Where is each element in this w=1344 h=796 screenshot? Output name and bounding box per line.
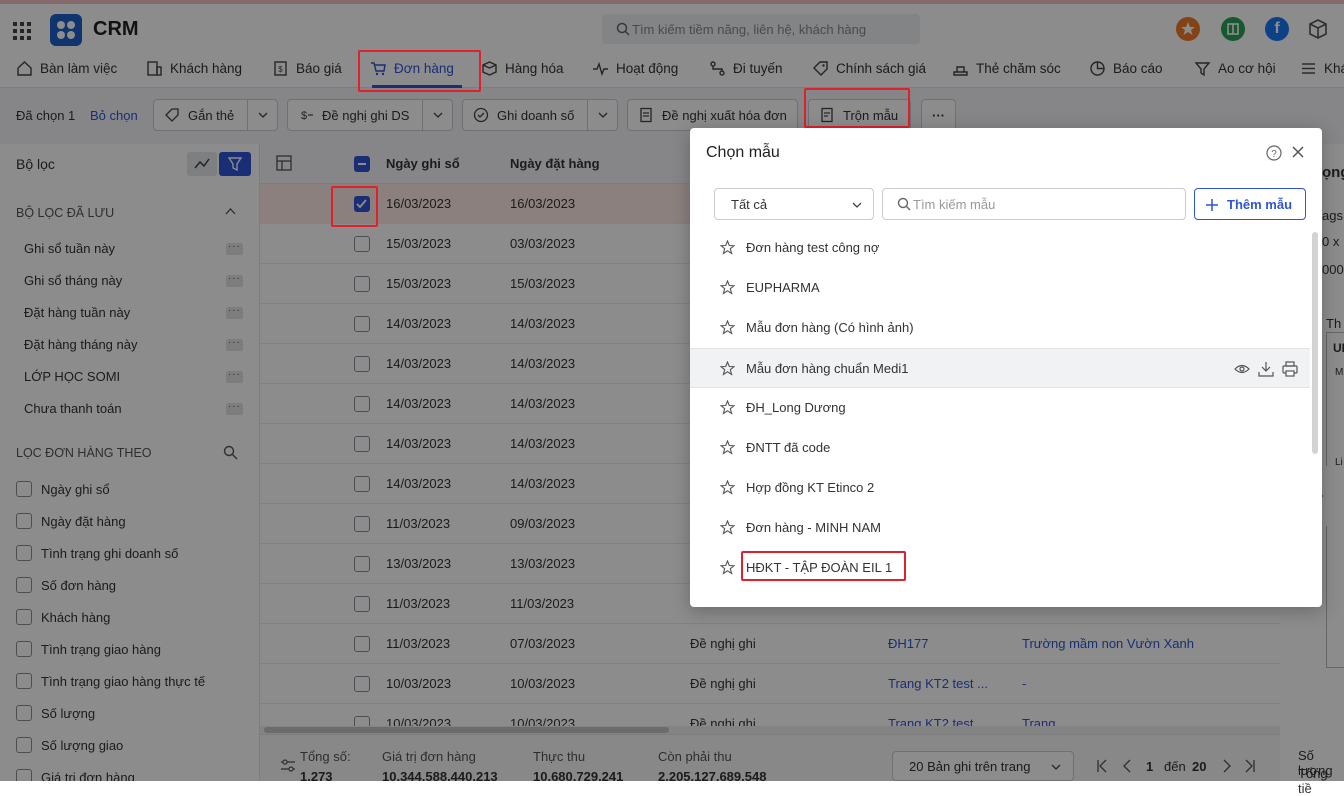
template-name: Mẫu đơn hàng (Có hình ảnh) <box>746 320 914 335</box>
star-icon[interactable] <box>720 240 735 255</box>
star-icon[interactable] <box>720 361 735 376</box>
template-item[interactable]: ĐNTT đã code <box>690 428 1310 468</box>
svg-text:?: ? <box>1271 149 1277 160</box>
star-icon[interactable] <box>720 400 735 415</box>
template-item[interactable]: Mẫu đơn hàng chuẩn Medi1 <box>690 348 1310 388</box>
help-icon[interactable]: ? <box>1266 145 1282 161</box>
template-item[interactable]: Mẫu đơn hàng (Có hình ảnh) <box>690 308 1310 348</box>
star-icon[interactable] <box>720 480 735 495</box>
template-name: Đơn hàng - MINH NAM <box>746 520 881 535</box>
template-name: Mẫu đơn hàng chuẩn Medi1 <box>746 361 909 376</box>
template-name: Đơn hàng test công nợ <box>746 240 880 255</box>
template-name: ĐH_Long Dương <box>746 400 846 415</box>
preview-eye-icon[interactable] <box>1234 362 1250 376</box>
chevron-down-icon <box>852 202 862 208</box>
template-search-placeholder: Tìm kiếm mẫu <box>913 197 996 212</box>
highlight-row-checkbox <box>331 186 378 227</box>
highlight-template-item <box>741 551 906 581</box>
template-item[interactable]: ĐH_Long Dương <box>690 388 1310 428</box>
choose-template-dialog: Chọn mẫu ? Tất cả Tìm kiếm mẫu Thêm mẫu … <box>690 128 1322 607</box>
add-template-button[interactable]: Thêm mẫu <box>1194 188 1306 220</box>
template-type-select[interactable]: Tất cả <box>714 188 874 220</box>
template-name: ĐNTT đã code <box>746 440 831 455</box>
template-item[interactable]: Đơn hàng - MINH NAM <box>690 508 1310 548</box>
star-icon[interactable] <box>720 440 735 455</box>
star-icon[interactable] <box>720 560 735 575</box>
template-item[interactable]: Đơn hàng test công nợ <box>690 228 1310 268</box>
add-template-label: Thêm mẫu <box>1227 197 1293 212</box>
highlight-orders-tab <box>358 50 481 92</box>
template-name: Hợp đồng KT Etinco 2 <box>746 480 875 495</box>
highlight-merge-button <box>804 88 910 128</box>
template-item[interactable]: EUPHARMA <box>690 268 1310 308</box>
template-type-value: Tất cả <box>731 197 768 212</box>
download-icon[interactable] <box>1258 361 1274 377</box>
plus-icon <box>1206 199 1218 211</box>
star-icon[interactable] <box>720 280 735 295</box>
template-name: EUPHARMA <box>746 280 820 295</box>
star-icon[interactable] <box>720 520 735 535</box>
search-icon <box>897 197 911 211</box>
dialog-title: Chọn mẫu <box>706 144 780 161</box>
template-search-input[interactable]: Tìm kiếm mẫu <box>882 188 1186 220</box>
template-list-scrollbar[interactable] <box>1312 232 1318 454</box>
star-icon[interactable] <box>720 320 735 335</box>
close-icon[interactable] <box>1292 146 1304 158</box>
print-icon[interactable] <box>1282 361 1298 377</box>
template-item[interactable]: Hợp đồng KT Etinco 2 <box>690 468 1310 508</box>
